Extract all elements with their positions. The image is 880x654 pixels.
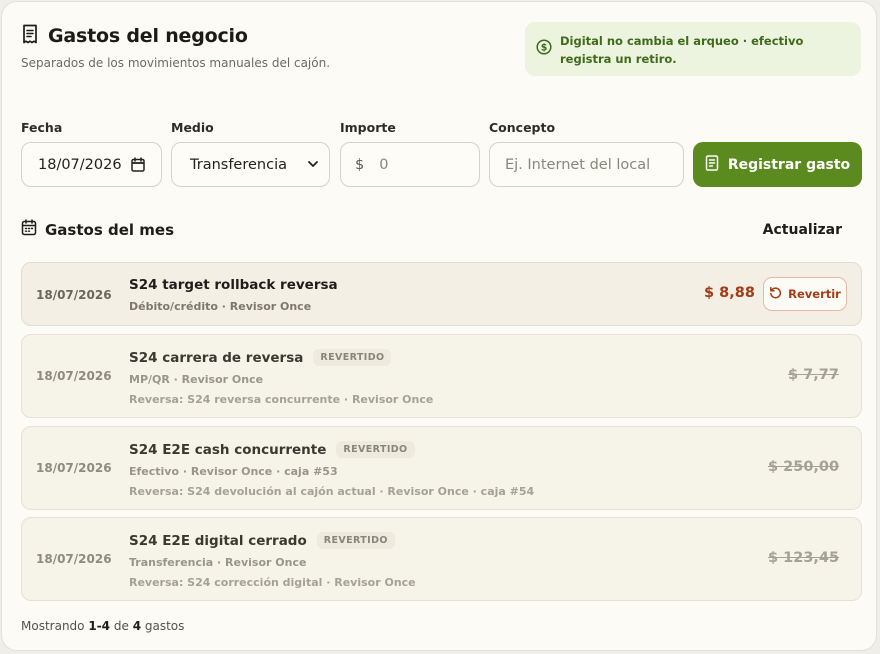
undo-icon: [769, 286, 782, 302]
section-header: Gastos del mes Actualizar: [21, 219, 842, 240]
section-title: Gastos del mes: [45, 220, 174, 239]
info-notice: $ Digital no cambia el arqueo · efectivo…: [525, 22, 861, 76]
date-input[interactable]: 18/07/2026: [21, 142, 162, 187]
svg-text:$: $: [541, 43, 548, 54]
medio-selected-value: Transferencia: [190, 156, 287, 173]
date-value: 18/07/2026: [38, 156, 122, 173]
importe-input[interactable]: $ 0: [340, 142, 480, 187]
fecha-label: Fecha: [21, 120, 63, 135]
calendar-icon[interactable]: [131, 157, 145, 176]
expense-date: 18/07/2026: [36, 288, 112, 302]
importe-label: Importe: [340, 120, 396, 135]
expense-row: 18/07/2026 S24 E2E digital cerrado REVER…: [21, 517, 862, 601]
expense-date: 18/07/2026: [36, 461, 112, 475]
notice-text: Digital no cambia el arqueo · efectivo r…: [560, 34, 804, 66]
receipt-icon: [21, 24, 39, 48]
receipt-icon: [705, 154, 719, 175]
dollar-circle-icon: $: [536, 39, 552, 59]
expense-amount: $ 123,45: [768, 550, 840, 566]
concepto-input[interactable]: Ej. Internet del local: [489, 142, 684, 187]
chevron-down-icon: [307, 157, 319, 175]
expense-meta: Efectivo · Revisor Once · caja #53: [129, 465, 338, 478]
expense-amount: $ 8,88: [704, 285, 755, 301]
expenses-card: Gastos del negocio Separados de los movi…: [1, 1, 877, 651]
expense-amount: $ 7,77: [788, 367, 839, 383]
status-badge: REVERTIDO: [336, 441, 415, 458]
expense-name: S24 target rollback reversa: [129, 277, 338, 293]
importe-placeholder: 0: [379, 156, 389, 173]
expense-reversal: Reversa: S24 corrección digital · Reviso…: [129, 576, 416, 589]
expense-meta: Transferencia · Revisor Once: [129, 556, 307, 569]
footer-suffix: gastos: [144, 619, 185, 633]
page-subtitle: Separados de los movimientos manuales de…: [21, 56, 331, 70]
expense-reversal: Reversa: S24 reversa concurrente · Revis…: [129, 393, 434, 406]
footer-of: de: [113, 619, 129, 633]
status-badge: REVERTIDO: [313, 349, 392, 366]
register-expense-button[interactable]: Registrar gasto: [693, 142, 862, 187]
expense-name: S24 carrera de reversa: [129, 349, 304, 366]
register-expense-label: Registrar gasto: [727, 156, 851, 173]
footer-range: 1-4: [88, 619, 111, 633]
status-badge: REVERTIDO: [316, 532, 395, 549]
expense-meta: Débito/crédito · Revisor Once: [129, 300, 312, 313]
medio-label: Medio: [171, 120, 214, 135]
refresh-button[interactable]: Actualizar: [763, 222, 842, 238]
expense-row: 18/07/2026 S24 target rollback reversa D…: [21, 262, 862, 326]
expense-name: S24 E2E digital cerrado: [129, 532, 307, 549]
concepto-label: Concepto: [489, 120, 556, 135]
revert-label: Revertir: [788, 287, 841, 301]
currency-prefix: $: [355, 156, 365, 173]
expense-reversal: Reversa: S24 devolución al cajón actual …: [129, 485, 535, 498]
expense-name: S24 E2E cash concurrente: [129, 441, 327, 458]
medio-select[interactable]: Transferencia: [171, 142, 330, 187]
expense-row: 18/07/2026 S24 carrera de reversa REVERT…: [21, 334, 862, 418]
calendar-icon: [21, 219, 37, 240]
footer-total: 4: [132, 619, 142, 633]
pagination-summary: Mostrando 1-4 de 4 gastos: [21, 619, 184, 633]
revert-button[interactable]: Revertir: [763, 277, 847, 311]
footer-prefix: Mostrando: [21, 619, 85, 633]
expense-amount: $ 250,00: [768, 459, 840, 475]
expense-date: 18/07/2026: [36, 552, 112, 566]
expense-row: 18/07/2026 S24 E2E cash concurrente REVE…: [21, 426, 862, 510]
expense-date: 18/07/2026: [36, 369, 112, 383]
page-title: Gastos del negocio: [48, 25, 248, 47]
concepto-placeholder: Ej. Internet del local: [505, 156, 651, 173]
header: Gastos del negocio Separados de los movi…: [21, 24, 330, 70]
expense-meta: MP/QR · Revisor Once: [129, 373, 264, 386]
